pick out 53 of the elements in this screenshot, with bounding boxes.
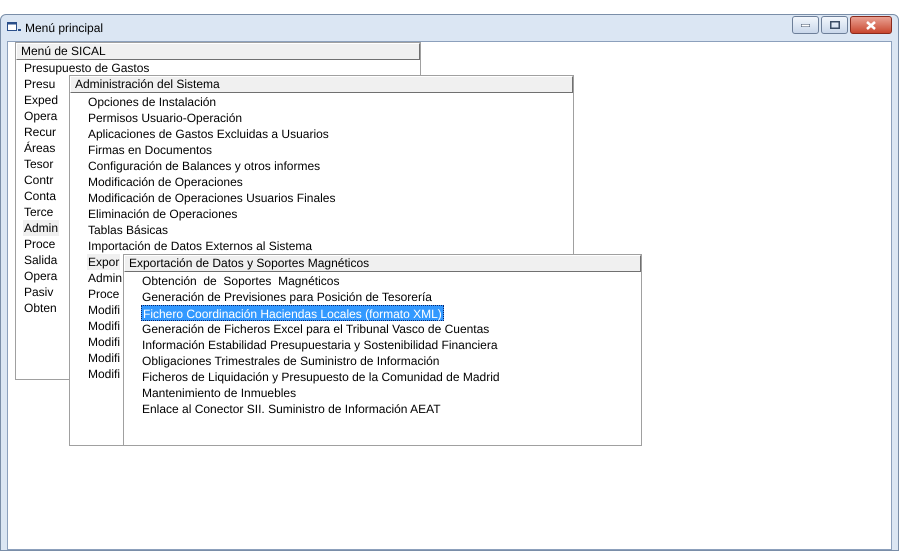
window-title: Menú principal (25, 20, 104, 37)
menu-item[interactable]: Admin (87, 270, 124, 286)
menu-item[interactable]: Opera (23, 108, 58, 124)
menu-item[interactable]: Obtención de Soportes Magnéticos (141, 273, 340, 289)
maximize-icon (830, 21, 840, 29)
menu-item[interactable]: Información Estabilidad Presupuestaria y Sostenibilidad Financiera (141, 337, 499, 353)
menu-item[interactable]: Modifi (87, 318, 122, 334)
menu-item[interactable]: Modificación de Operaciones (87, 174, 244, 190)
menu-item[interactable]: Mantenimiento de Inmuebles (141, 385, 298, 401)
menu-item[interactable]: Tablas Básicas (87, 222, 170, 238)
menu-item[interactable]: Importación de Datos Externos al Sistema (87, 238, 314, 254)
menu-header: Administración del Sistema (70, 76, 573, 93)
app-icon (7, 22, 21, 34)
menu-item[interactable]: Aplicaciones de Gastos Excluidas a Usuarios (87, 126, 330, 142)
menu-item[interactable]: Modifi (87, 366, 122, 382)
menu-item[interactable]: Eliminación de Operaciones (87, 206, 238, 222)
menu-item[interactable]: Modifi (87, 350, 122, 366)
minimize-icon (801, 24, 810, 26)
menu-item[interactable]: Conta (23, 188, 58, 204)
menu-item[interactable]: Modificación de Operaciones Usuarios Finales (87, 190, 336, 206)
menu-item[interactable]: Obten (23, 300, 58, 316)
minimize-button[interactable] (792, 16, 819, 34)
menu-item[interactable]: Expor (87, 254, 120, 270)
menu-item[interactable]: Presu (23, 76, 56, 92)
menu-item[interactable]: Exped (23, 92, 60, 108)
menu-item[interactable]: Recur (23, 124, 58, 140)
close-button[interactable] (850, 16, 892, 34)
menu-header: Exportación de Datos y Soportes Magnéticos (124, 255, 641, 272)
menu-item[interactable]: Generación de Previsiones para Posición de Tesorería (141, 289, 433, 305)
menu-item[interactable]: Terce (23, 204, 54, 220)
menu-header: Menú de SICAL (16, 43, 420, 60)
menu-item[interactable]: Admin (23, 220, 60, 236)
menu-item[interactable]: Firmas en Documentos (87, 142, 214, 158)
menu-item[interactable]: Contr (23, 172, 54, 188)
menu-item[interactable]: Proce (87, 286, 120, 302)
maximize-button[interactable] (821, 16, 848, 34)
menu-item[interactable]: Enlace al Conector SII. Suministro de Información AEAT (141, 401, 442, 417)
menu-item[interactable]: Opciones de Instalación (87, 94, 218, 110)
menu-item[interactable]: Obligaciones Trimestrales de Suministro de Información (141, 353, 440, 369)
menu-item[interactable]: Modifi (87, 334, 122, 350)
menu-item[interactable]: Permisos Usuario-Operación (87, 110, 244, 126)
menu-item[interactable]: Ficheros de Liquidación y Presupuesto de la Comunidad de Madrid (141, 369, 501, 385)
close-icon (866, 20, 876, 30)
menu-item[interactable]: Tesor (23, 156, 54, 172)
menu-item[interactable]: Salida (23, 252, 58, 268)
menu-item[interactable]: Pasiv (23, 284, 54, 300)
menu-item[interactable]: Opera (23, 268, 58, 284)
menu-item[interactable]: Áreas (23, 140, 56, 156)
menu-item[interactable]: Modifi (87, 302, 122, 318)
menu-item[interactable]: Presupuesto de Gastos (23, 60, 150, 76)
menu-item[interactable]: Generación de Ficheros Excel para el Tribunal Vasco de Cuentas (141, 321, 490, 337)
menu-item[interactable]: Configuración de Balances y otros informes (87, 158, 322, 174)
menu-item[interactable]: Proce (23, 236, 56, 252)
